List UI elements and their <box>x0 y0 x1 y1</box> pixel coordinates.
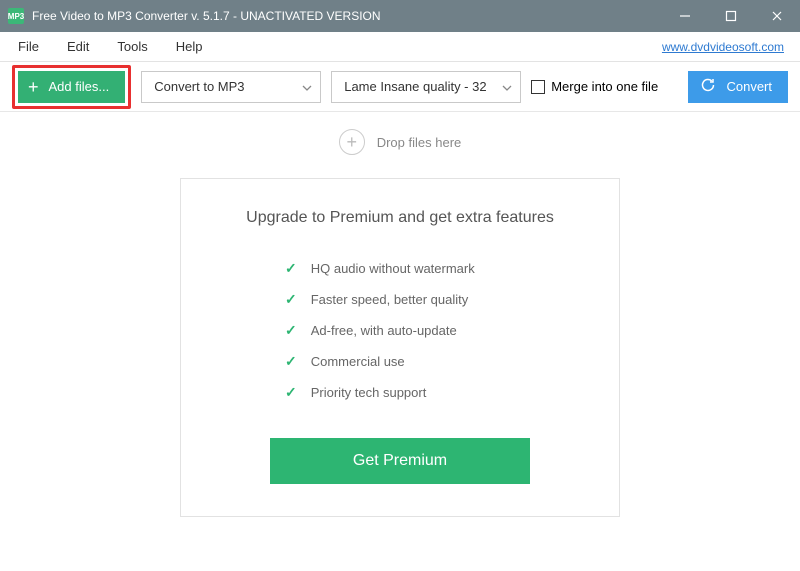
list-item: ✓ Ad-free, with auto-update <box>285 315 515 346</box>
add-files-highlight: + Add files... <box>12 65 131 109</box>
feature-text: Commercial use <box>311 354 405 369</box>
premium-heading: Upgrade to Premium and get extra feature… <box>221 209 579 227</box>
get-premium-button[interactable]: Get Premium <box>270 438 530 484</box>
check-icon: ✓ <box>285 353 297 370</box>
add-files-button[interactable]: + Add files... <box>18 71 125 103</box>
menu-help[interactable]: Help <box>162 39 217 54</box>
feature-text: Ad-free, with auto-update <box>311 323 457 338</box>
check-icon: ✓ <box>285 384 297 401</box>
refresh-icon <box>700 77 716 96</box>
check-icon: ✓ <box>285 291 297 308</box>
check-icon: ✓ <box>285 322 297 339</box>
premium-feature-list: ✓ HQ audio without watermark ✓ Faster sp… <box>285 253 515 408</box>
add-files-label: Add files... <box>49 79 110 94</box>
merge-checkbox[interactable]: Merge into one file <box>531 79 658 94</box>
plus-icon: + <box>28 78 39 96</box>
format-dropdown[interactable]: Convert to MP3 <box>141 71 321 103</box>
premium-panel: Upgrade to Premium and get extra feature… <box>180 178 620 517</box>
format-selected: Convert to MP3 <box>154 79 244 94</box>
convert-label: Convert <box>726 79 772 94</box>
toolbar: + Add files... Convert to MP3 Lame Insan… <box>0 62 800 112</box>
list-item: ✓ Faster speed, better quality <box>285 284 515 315</box>
menu-tools[interactable]: Tools <box>103 39 161 54</box>
website-link[interactable]: www.dvdvideosoft.com <box>662 40 784 54</box>
list-item: ✓ HQ audio without watermark <box>285 253 515 284</box>
chevron-down-icon <box>502 79 512 94</box>
list-item: ✓ Commercial use <box>285 346 515 377</box>
minimize-button[interactable] <box>662 0 708 32</box>
menu-bar: File Edit Tools Help www.dvdvideosoft.co… <box>0 32 800 62</box>
maximize-button[interactable] <box>708 0 754 32</box>
quality-dropdown[interactable]: Lame Insane quality - 32 <box>331 71 521 103</box>
app-icon: MP3 <box>8 8 24 24</box>
title-bar: MP3 Free Video to MP3 Converter v. 5.1.7… <box>0 0 800 32</box>
menu-file[interactable]: File <box>4 39 53 54</box>
menu-edit[interactable]: Edit <box>53 39 103 54</box>
drop-zone-label: Drop files here <box>377 135 462 150</box>
convert-button[interactable]: Convert <box>688 71 788 103</box>
chevron-down-icon <box>302 79 312 94</box>
window-controls <box>662 0 800 32</box>
feature-text: Priority tech support <box>311 385 427 400</box>
merge-label: Merge into one file <box>551 79 658 94</box>
drop-zone[interactable]: + Drop files here <box>0 112 800 172</box>
quality-selected: Lame Insane quality - 32 <box>344 79 486 94</box>
feature-text: HQ audio without watermark <box>311 261 475 276</box>
list-item: ✓ Priority tech support <box>285 377 515 408</box>
check-icon: ✓ <box>285 260 297 277</box>
plus-circle-icon: + <box>339 129 365 155</box>
checkbox-icon <box>531 80 545 94</box>
close-button[interactable] <box>754 0 800 32</box>
window-title: Free Video to MP3 Converter v. 5.1.7 - U… <box>32 9 662 23</box>
feature-text: Faster speed, better quality <box>311 292 469 307</box>
